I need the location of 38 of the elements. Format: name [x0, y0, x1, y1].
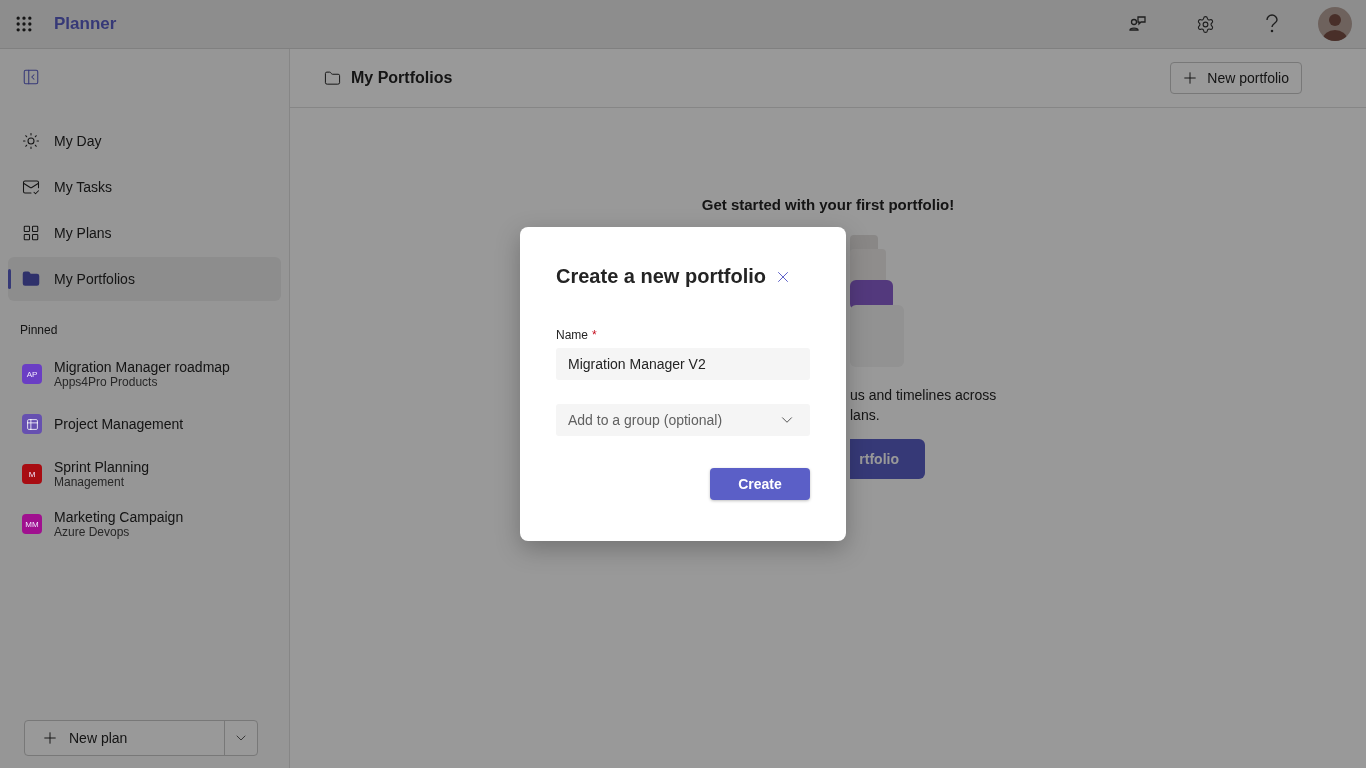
- avatar-icon[interactable]: [1318, 7, 1352, 41]
- sun-icon: [22, 132, 40, 150]
- nav-item[interactable]: My Plans: [8, 211, 281, 255]
- app-launcher-icon[interactable]: [14, 14, 34, 34]
- empty-state-title: Get started with your first portfolio!: [701, 196, 955, 213]
- page-title: My Portfolios: [351, 69, 453, 87]
- app-title: Planner: [54, 14, 117, 34]
- pinned-plan-link[interactable]: Migration Manager roadmap: [54, 359, 230, 375]
- nav-item[interactable]: My Portfolios: [8, 257, 281, 301]
- create-button[interactable]: Create: [710, 468, 810, 500]
- folder-icon: [22, 270, 40, 288]
- nav-item[interactable]: My Tasks: [8, 165, 281, 209]
- pinned-heading: Pinned: [19, 322, 59, 339]
- group-dropdown[interactable]: Add to a group (optional): [556, 404, 810, 436]
- empty-state-description: lans.: [850, 406, 881, 425]
- plan-badge: M: [22, 464, 42, 484]
- field-label: Name: [556, 328, 588, 342]
- new-portfolio-cta-button[interactable]: rtfolio: [850, 439, 925, 479]
- plan-group: Apps4Pro Products: [54, 375, 230, 389]
- empty-state-description: us and timelines across: [850, 386, 998, 405]
- pinned-plan-link[interactable]: Marketing Campaign: [54, 509, 184, 525]
- folder-icon: [324, 69, 341, 87]
- check-envelope-icon: [22, 178, 40, 196]
- name-input[interactable]: Migration Manager V2: [556, 348, 810, 380]
- plan-group: Azure Devops: [54, 525, 184, 539]
- plan-group: Management: [54, 475, 149, 489]
- plan-badge: MM: [22, 514, 42, 534]
- pinned-plan-link[interactable]: Project Management: [54, 416, 184, 432]
- plan-badge: AP: [22, 364, 42, 384]
- settings-icon[interactable]: [1195, 14, 1215, 34]
- collapse-sidebar-icon[interactable]: [22, 68, 40, 86]
- nav-item[interactable]: My Day: [8, 119, 281, 163]
- dialog-title: Create a new portfolio: [556, 265, 767, 288]
- grid-icon: [22, 224, 40, 242]
- plus-icon: [41, 729, 59, 747]
- pinned-plan-link[interactable]: Sprint Planning: [54, 459, 149, 475]
- required-mark: *: [592, 328, 597, 342]
- new-portfolio-button[interactable]: New portfolio: [1170, 62, 1302, 94]
